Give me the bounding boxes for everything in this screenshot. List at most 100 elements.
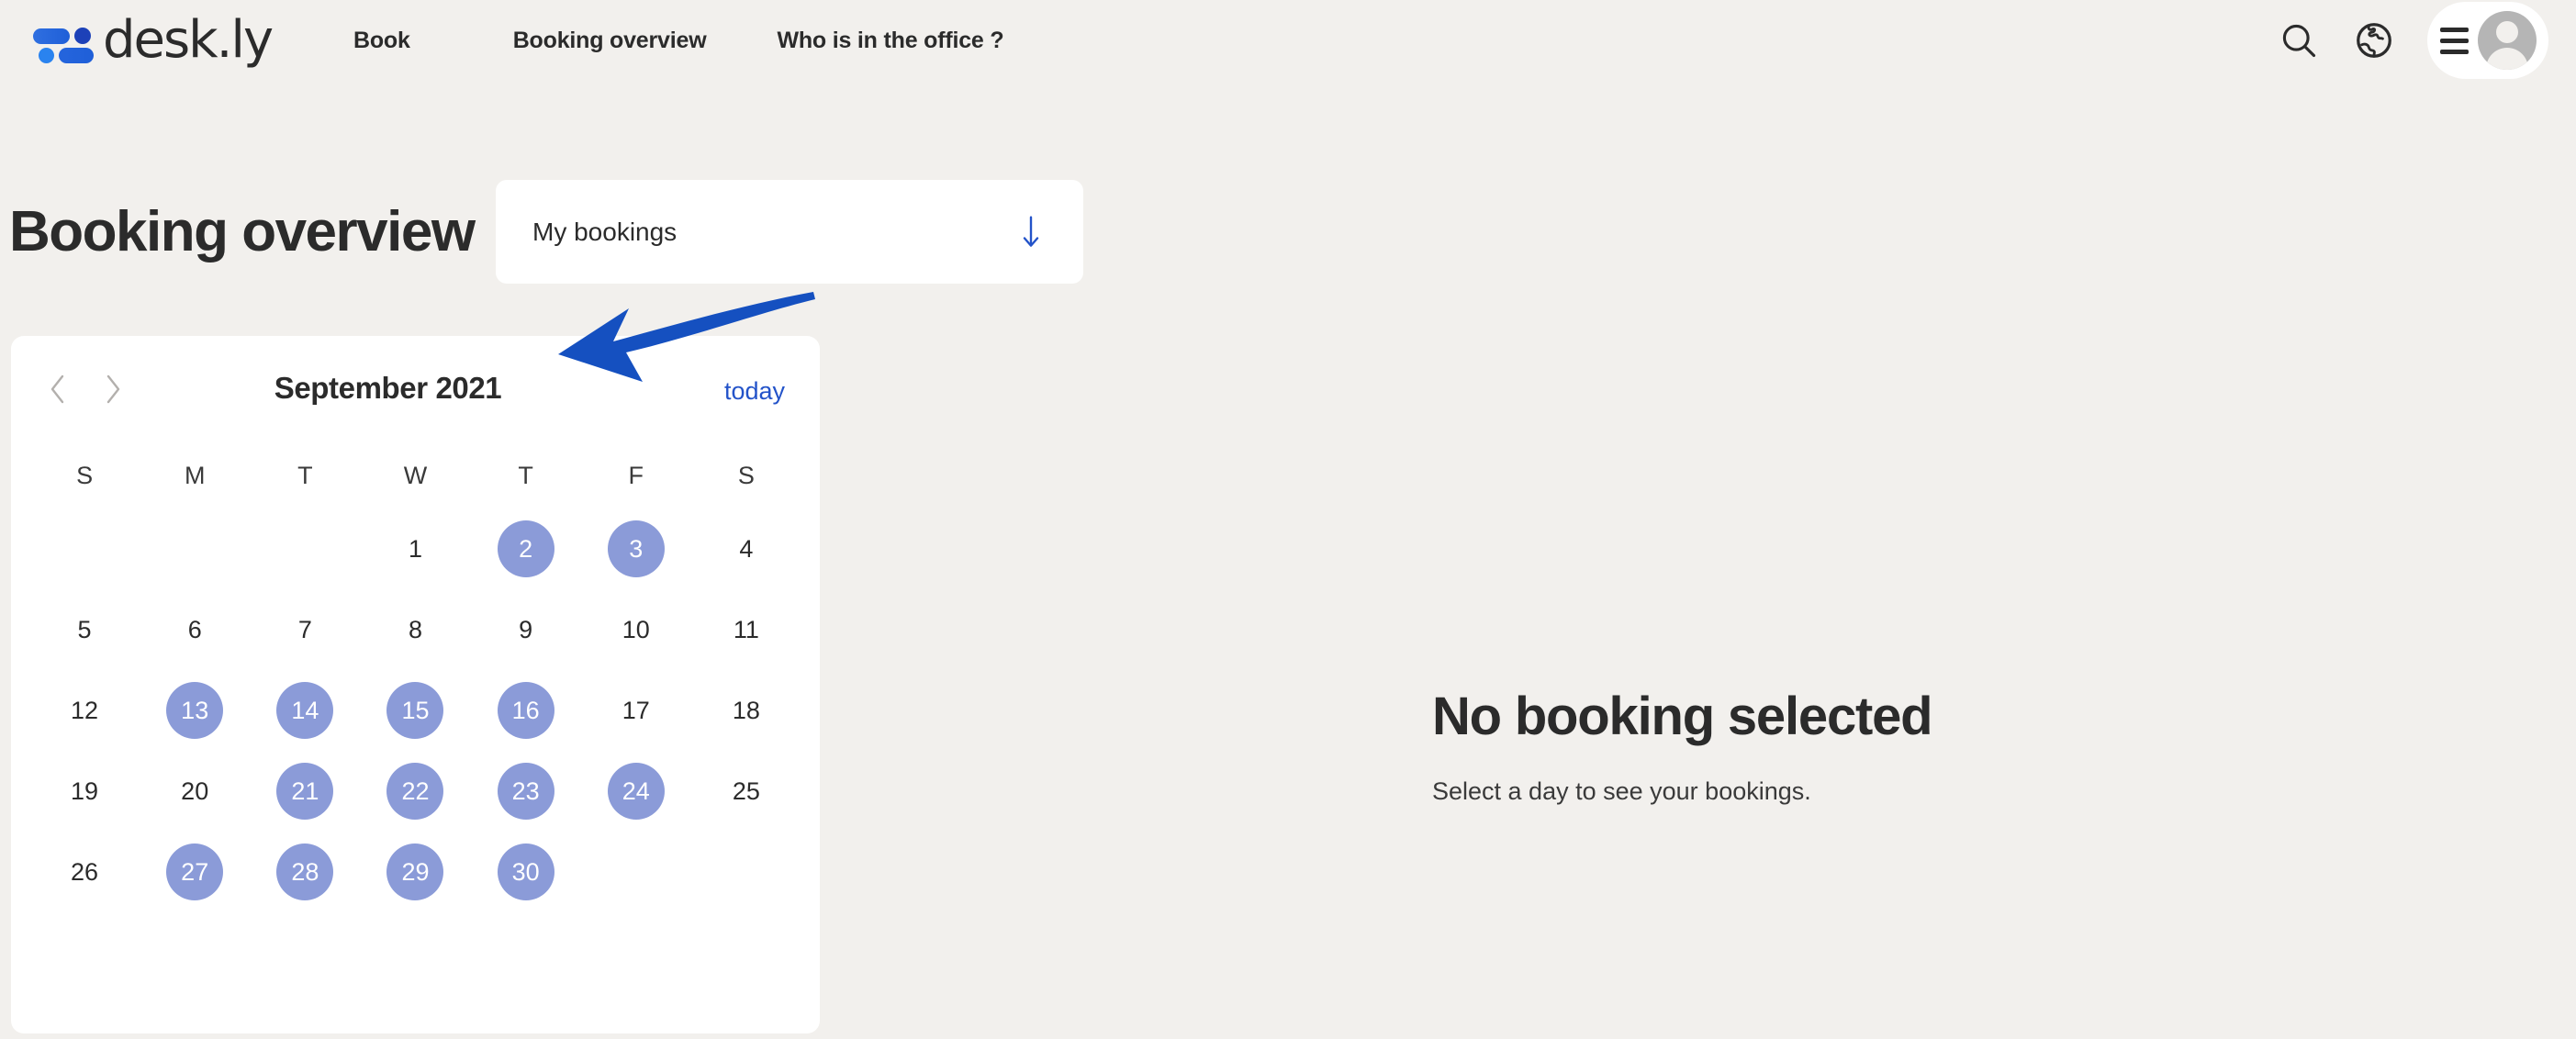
calendar-month-label: September 2021 [274, 371, 502, 405]
calendar-day-booked[interactable]: 16 [497, 682, 554, 739]
globe-icon [2357, 23, 2391, 58]
user-avatar-icon[interactable] [2477, 11, 2537, 70]
calendar-day-booked[interactable]: 22 [386, 763, 444, 820]
calendar-day-cell: 8 [360, 589, 470, 670]
calendar-day-cell: 22 [360, 751, 470, 832]
calendar-day-cell: 11 [691, 589, 801, 670]
calendar-day-booked[interactable]: 15 [386, 682, 444, 739]
calendar-day-booked[interactable]: 13 [166, 682, 224, 739]
nav-link-book[interactable]: Book [353, 28, 410, 54]
hamburger-bar-2 [2439, 38, 2469, 43]
calendar-day[interactable]: 1 [386, 520, 443, 577]
calendar-week-row: 5 6 7 8 9 10 11 [11, 589, 820, 670]
calendar-day[interactable]: 26 [56, 843, 113, 900]
calendar-day[interactable]: 11 [718, 601, 775, 658]
calendar-day-cell: 26 [29, 832, 140, 912]
calendar-day-cell: 21 [250, 751, 360, 832]
calendar-week-row: 26 27 28 29 30 [11, 832, 820, 912]
calendar-day-cell: 23 [471, 751, 581, 832]
calendar-day-booked[interactable]: 24 [607, 763, 665, 820]
calendar-day-booked[interactable]: 2 [497, 520, 554, 577]
calendar-day-cell: 4 [691, 508, 801, 589]
calendar-day-cell: 25 [691, 751, 801, 832]
nav-actions [2273, 0, 2576, 81]
calendar-day[interactable]: 5 [56, 601, 113, 658]
calendar-day[interactable]: 12 [56, 682, 113, 739]
calendar-day-cell: 13 [140, 670, 250, 751]
weekday-label: F [628, 461, 644, 489]
calendar-day-cell [29, 508, 140, 589]
hamburger-bar-3 [2439, 49, 2469, 54]
detail-subtitle: Select a day to see your bookings. [1432, 777, 1811, 805]
logo-dot-top-right [74, 28, 91, 44]
language-globe-button[interactable] [2348, 15, 2400, 66]
weekday-label: M [184, 461, 206, 489]
menu-account-pill[interactable] [2427, 2, 2548, 79]
logo-pill-bottom-right [59, 48, 94, 63]
weekday-label: S [76, 461, 94, 489]
calendar-day[interactable]: 9 [498, 601, 554, 658]
weekday-label: W [403, 461, 428, 489]
calendar-day-cell: 30 [471, 832, 581, 912]
calendar-day-cell: 29 [360, 832, 470, 912]
calendar-day[interactable]: 19 [56, 763, 113, 820]
calendar-week-row: 1234 [11, 508, 820, 589]
calendar-day-cell: 14 [250, 670, 360, 751]
weekday-label: T [518, 461, 533, 489]
calendar-day-cell [250, 508, 360, 589]
calendar-day-cell: 6 [140, 589, 250, 670]
logo-pill-top-left [33, 28, 70, 44]
calendar-weekday-header: S M T W T F S [11, 442, 820, 508]
calendar-week-row: 12 13 14 15 16 17 18 [11, 670, 820, 751]
calendar-week-row: 19 20 21 22 23 24 25 [11, 751, 820, 832]
calendar-day-cell: 28 [250, 832, 360, 912]
calendar-day-cell: 20 [140, 751, 250, 832]
calendar-day-booked[interactable]: 14 [276, 682, 334, 739]
search-button[interactable] [2273, 15, 2324, 66]
calendar-grid: S M T W T F S 1 2 3 4 5 6 7 8 9 10 11 12 13 14 15 16 17 1… [11, 442, 820, 912]
calendar-day-booked[interactable]: 30 [497, 843, 554, 900]
weekday-label: S [737, 461, 755, 489]
calendar-day[interactable]: 7 [276, 601, 333, 658]
calendar-day-booked[interactable]: 29 [386, 843, 444, 900]
calendar-day-booked[interactable]: 3 [607, 520, 665, 577]
calendar-day-cell: 9 [471, 589, 581, 670]
booking-detail-panel: No booking selected Select a day to see … [1432, 690, 2258, 806]
calendar-day-cell: 15 [360, 670, 470, 751]
calendar-day[interactable]: 18 [718, 682, 775, 739]
desk-ly-logo-icon [33, 18, 94, 63]
calendar-day[interactable]: 10 [608, 601, 665, 658]
calendar-day[interactable]: 6 [166, 601, 223, 658]
calendar-day[interactable]: 4 [718, 520, 775, 577]
calendar-day-booked[interactable]: 21 [276, 763, 334, 820]
dropdown-selected-value: My bookings [532, 217, 678, 246]
calendar-day-booked[interactable]: 27 [166, 843, 224, 900]
arrow-down-icon[interactable] [1019, 214, 1043, 251]
logo-dot-bottom-left [39, 48, 54, 63]
calendar-day-cell [691, 832, 801, 912]
calendar-day-cell: 16 [471, 670, 581, 751]
nav-links: Book Booking overview Who is in the offi… [353, 0, 1004, 81]
calendar-day-cell: 24 [581, 751, 691, 832]
calendar-day[interactable]: 20 [166, 763, 223, 820]
calendar-today-button[interactable]: today [724, 377, 785, 406]
hamburger-menu-icon[interactable] [2439, 27, 2469, 54]
brand-logo[interactable]: desk.ly [33, 7, 274, 73]
hamburger-bar-1 [2439, 27, 2469, 32]
calendar-day[interactable]: 8 [386, 601, 443, 658]
calendar-day[interactable]: 17 [608, 682, 665, 739]
calendar-day-cell: 12 [29, 670, 140, 751]
calendar-header: September 2021 today [11, 336, 820, 442]
calendar-day-cell: 3 [581, 508, 691, 589]
calendar-day[interactable]: 25 [718, 763, 775, 820]
brand-name: desk.ly [103, 10, 274, 70]
calendar-card: September 2021 today S M T W T F S 12345… [11, 336, 820, 1033]
calendar-day-booked[interactable]: 23 [497, 763, 554, 820]
calendar-day-cell: 18 [691, 670, 801, 751]
nav-link-booking-overview[interactable]: Booking overview [513, 28, 707, 54]
calendar-day-cell [581, 832, 691, 912]
calendar-day-cell [140, 508, 250, 589]
calendar-day-booked[interactable]: 28 [276, 843, 334, 900]
bookings-filter-dropdown[interactable]: My bookings [496, 180, 1083, 284]
nav-link-who-is-in-the-office[interactable]: Who is in the office ? [777, 28, 1003, 54]
